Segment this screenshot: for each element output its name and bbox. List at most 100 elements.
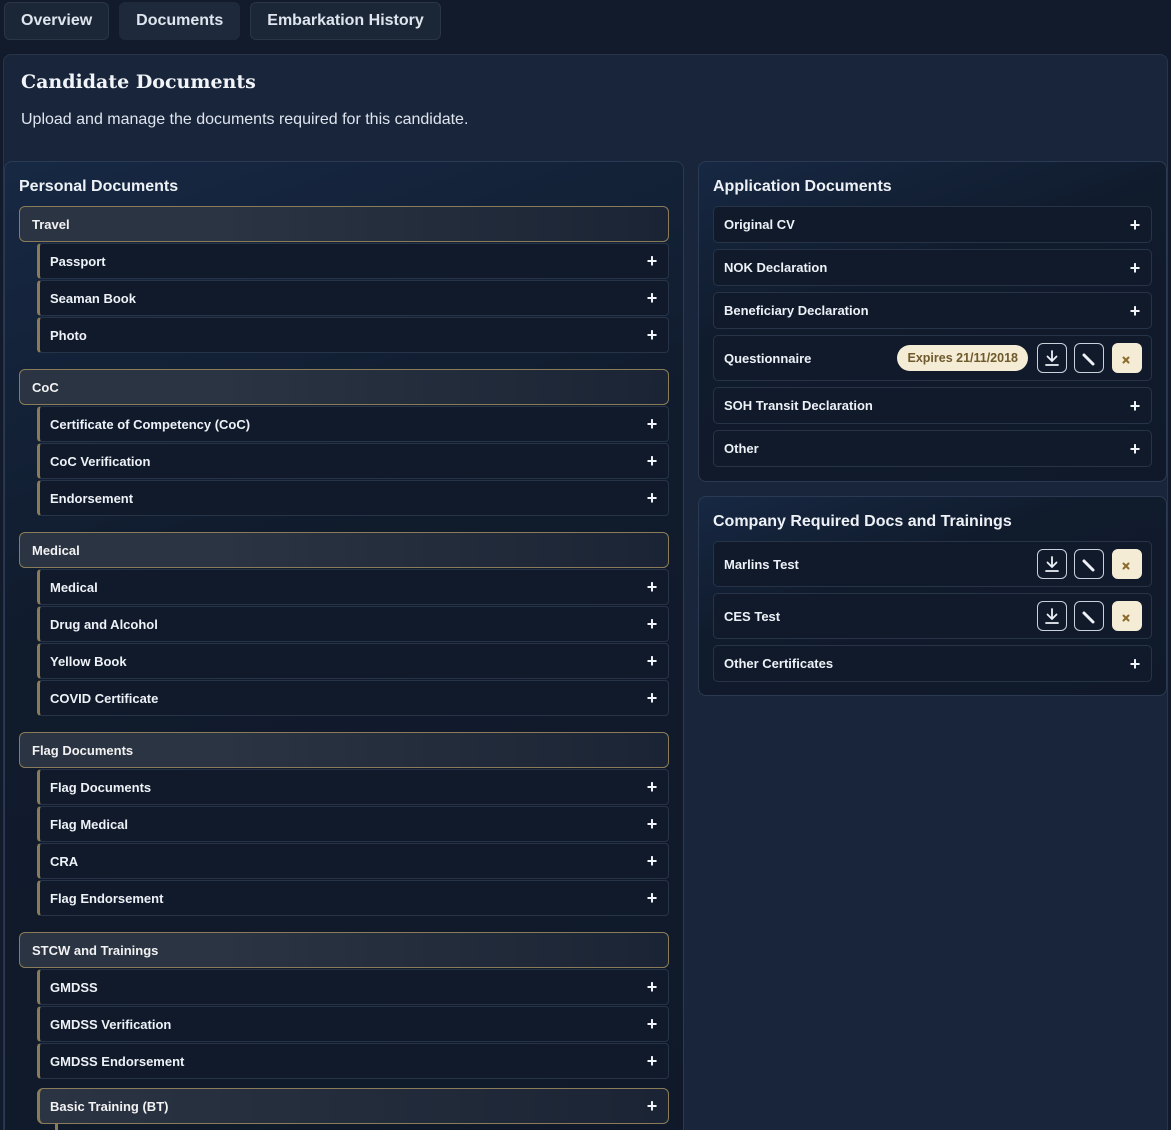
plus-icon[interactable]: + — [644, 889, 660, 907]
plus-icon[interactable]: + — [644, 852, 660, 870]
doc-label: GMDSS — [50, 979, 98, 995]
plus-icon[interactable]: + — [644, 689, 660, 707]
group-coc[interactable]: CoC — [19, 369, 669, 405]
close-icon[interactable] — [1112, 343, 1142, 373]
panel-description: Upload and manage the documents required… — [21, 111, 469, 128]
plus-icon[interactable]: + — [1127, 259, 1143, 277]
doc-label: Flag Documents — [50, 779, 152, 795]
application-documents-card: Application Documents Original CV + NOK … — [698, 161, 1167, 482]
panel-title: Candidate Documents — [21, 71, 256, 93]
doc-label: SOH Transit Declaration — [724, 398, 873, 413]
doc-row-ces-test[interactable]: CES Test — [713, 593, 1152, 639]
doc-row-marlins-test[interactable]: Marlins Test — [713, 541, 1152, 587]
doc-row-gmdss-endorsement[interactable]: GMDSS Endorsement + — [37, 1043, 669, 1079]
subgroup-connector — [55, 1124, 58, 1130]
plus-icon[interactable]: + — [644, 578, 660, 596]
personal-documents-card: Personal Documents Travel Passport + Sea… — [4, 161, 684, 1130]
doc-row-nok-declaration[interactable]: NOK Declaration + — [713, 249, 1152, 286]
tab-embarkation-history[interactable]: Embarkation History — [250, 2, 441, 40]
doc-row-questionnaire[interactable]: Questionnaire Expires 21/11/2018 — [713, 335, 1152, 381]
group-travel[interactable]: Travel — [19, 206, 669, 242]
doc-label: CoC Verification — [50, 453, 151, 469]
group-stcw-and-trainings[interactable]: STCW and Trainings — [19, 932, 669, 968]
doc-label: Endorsement — [50, 490, 134, 506]
doc-label: GMDSS Endorsement — [50, 1053, 185, 1069]
doc-row-medical[interactable]: Medical + — [37, 569, 669, 605]
doc-row-covid-certificate[interactable]: COVID Certificate + — [37, 680, 669, 716]
doc-label: Other — [724, 441, 759, 456]
edit-icon[interactable] — [1074, 343, 1104, 373]
download-icon[interactable] — [1037, 343, 1067, 373]
plus-icon[interactable]: + — [644, 326, 660, 344]
doc-row-soh-transit-declaration[interactable]: SOH Transit Declaration + — [713, 387, 1152, 424]
edit-icon[interactable] — [1074, 601, 1104, 631]
doc-label: Original CV — [724, 217, 795, 232]
application-documents-title: Application Documents — [713, 178, 892, 195]
plus-icon[interactable]: + — [644, 252, 660, 270]
plus-icon[interactable]: + — [644, 978, 660, 996]
doc-row-yellow-book[interactable]: Yellow Book + — [37, 643, 669, 679]
doc-label: Passport — [50, 253, 106, 269]
plus-icon[interactable]: + — [1127, 216, 1143, 234]
plus-icon[interactable]: + — [1127, 655, 1143, 673]
close-icon[interactable] — [1112, 549, 1142, 579]
doc-label: Beneficiary Declaration — [724, 303, 869, 318]
plus-icon[interactable]: + — [644, 489, 660, 507]
doc-row-cra[interactable]: CRA + — [37, 843, 669, 879]
doc-row-seaman-book[interactable]: Seaman Book + — [37, 280, 669, 316]
doc-row-coc-verification[interactable]: CoC Verification + — [37, 443, 669, 479]
doc-label: Yellow Book — [50, 653, 127, 669]
doc-row-coc[interactable]: Certificate of Competency (CoC) + — [37, 406, 669, 442]
doc-label: Photo — [50, 327, 87, 343]
download-icon[interactable] — [1037, 601, 1067, 631]
expiry-badge: Expires 21/11/2018 — [897, 345, 1028, 371]
doc-row-original-cv[interactable]: Original CV + — [713, 206, 1152, 243]
doc-label: Flag Endorsement — [50, 890, 164, 906]
plus-icon[interactable]: + — [1127, 302, 1143, 320]
tab-bar: Overview Documents Embarkation History — [4, 2, 441, 40]
doc-row-drug-and-alcohol[interactable]: Drug and Alcohol + — [37, 606, 669, 642]
doc-row-gmdss[interactable]: GMDSS + — [37, 969, 669, 1005]
close-icon[interactable] — [1112, 601, 1142, 631]
doc-label: Questionnaire — [724, 350, 812, 366]
plus-icon[interactable]: + — [644, 815, 660, 833]
plus-icon[interactable]: + — [1127, 397, 1143, 415]
doc-row-flag-endorsement[interactable]: Flag Endorsement + — [37, 880, 669, 916]
doc-row-photo[interactable]: Photo + — [37, 317, 669, 353]
plus-icon[interactable]: + — [644, 778, 660, 796]
plus-icon[interactable]: + — [644, 1052, 660, 1070]
doc-label: Marlins Test — [724, 556, 799, 572]
personal-documents-title: Personal Documents — [19, 178, 179, 195]
doc-row-endorsement[interactable]: Endorsement + — [37, 480, 669, 516]
doc-label: CRA — [50, 853, 79, 869]
tab-overview[interactable]: Overview — [4, 2, 110, 40]
doc-label: COVID Certificate — [50, 690, 159, 706]
subgroup-basic-training[interactable]: Basic Training (BT) + — [37, 1088, 669, 1124]
tab-documents[interactable]: Documents — [119, 2, 241, 40]
doc-row-passport[interactable]: Passport + — [37, 243, 669, 279]
group-medical[interactable]: Medical — [19, 532, 669, 568]
doc-row-gmdss-verification[interactable]: GMDSS Verification + — [37, 1006, 669, 1042]
plus-icon[interactable]: + — [644, 1097, 660, 1115]
group-flag-documents[interactable]: Flag Documents — [19, 732, 669, 768]
company-required-docs-title: Company Required Docs and Trainings — [713, 513, 1012, 530]
doc-row-beneficiary-declaration[interactable]: Beneficiary Declaration + — [713, 292, 1152, 329]
plus-icon[interactable]: + — [644, 615, 660, 633]
plus-icon[interactable]: + — [644, 289, 660, 307]
company-required-docs-card: Company Required Docs and Trainings Marl… — [698, 496, 1167, 696]
plus-icon[interactable]: + — [644, 452, 660, 470]
download-icon[interactable] — [1037, 549, 1067, 579]
doc-row-other-certificates[interactable]: Other Certificates + — [713, 645, 1152, 682]
plus-icon[interactable]: + — [644, 415, 660, 433]
plus-icon[interactable]: + — [644, 1015, 660, 1033]
doc-row-other[interactable]: Other + — [713, 430, 1152, 467]
doc-row-flag-medical[interactable]: Flag Medical + — [37, 806, 669, 842]
doc-label: Drug and Alcohol — [50, 616, 158, 632]
plus-icon[interactable]: + — [644, 652, 660, 670]
doc-label: Other Certificates — [724, 656, 834, 671]
doc-label: Medical — [50, 579, 98, 595]
edit-icon[interactable] — [1074, 549, 1104, 579]
doc-row-flag-documents[interactable]: Flag Documents + — [37, 769, 669, 805]
doc-label: Flag Medical — [50, 816, 129, 832]
plus-icon[interactable]: + — [1127, 440, 1143, 458]
